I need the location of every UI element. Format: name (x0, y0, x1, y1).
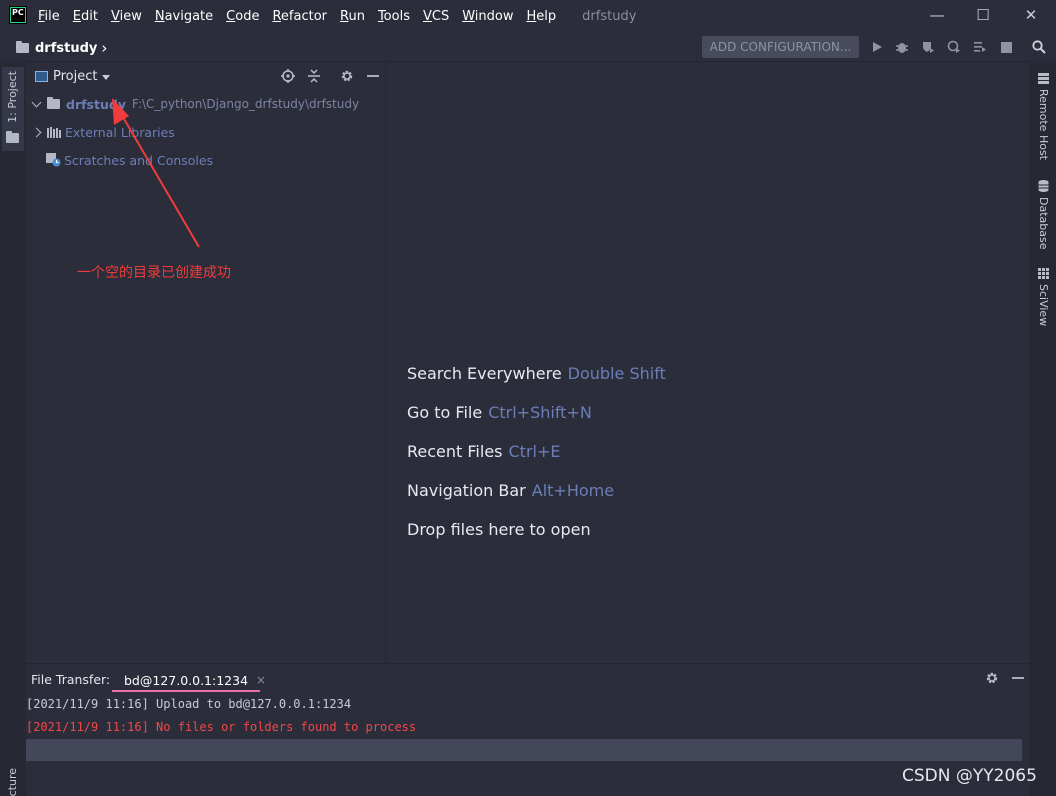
annotation-text: 一个空的目录已创建成功 (77, 265, 231, 281)
hint-go-to-file: Go to File Ctrl+Shift+N (407, 403, 592, 422)
hide-panel-icon[interactable] (1009, 669, 1027, 687)
log-line: [2021/11/9 11:16] Upload to bd@127.0.0.1… (26, 697, 352, 711)
gear-icon[interactable] (983, 669, 1001, 687)
log-input-bar[interactable] (26, 739, 1022, 761)
hint-navigation-bar: Navigation Bar Alt+Home (407, 481, 615, 500)
file-transfer-label: File Transfer: (31, 672, 111, 687)
close-tab-icon[interactable]: × (256, 673, 266, 687)
hint-drop-files: Drop files here to open (407, 520, 591, 539)
file-transfer-tab-label: bd@127.0.0.1:1234 (124, 672, 249, 688)
hint-search-everywhere: Search Everywhere Double Shift (407, 364, 666, 383)
editor-empty-area[interactable]: Search Everywhere Double Shift Go to File… (387, 63, 1030, 663)
watermark: CSDN @YY2065 (902, 766, 1037, 786)
file-transfer-tab[interactable]: bd@127.0.0.1:1234 × (112, 670, 266, 692)
hint-recent-files: Recent Files Ctrl+E (407, 442, 561, 461)
log-line-error: [2021/11/9 11:16] No files or folders fo… (26, 720, 417, 734)
file-transfer-panel: File Transfer: bd@127.0.0.1:1234 × [2021… (26, 663, 1030, 796)
